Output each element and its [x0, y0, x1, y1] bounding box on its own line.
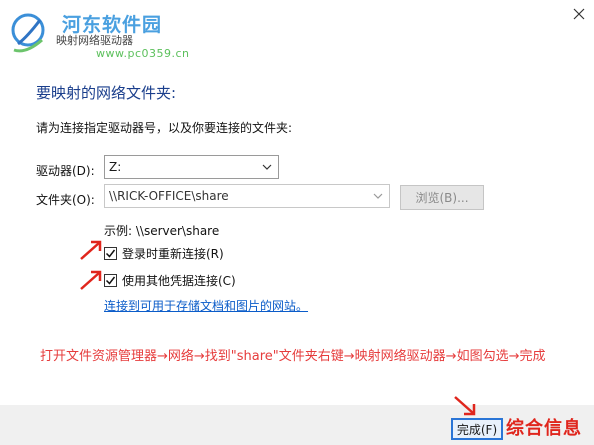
reconnect-checkbox-row[interactable]: 登录时重新连接(R) [104, 245, 224, 262]
drive-label: 驱动器(D): [36, 164, 95, 178]
title-bar: 河东软件园 映射网络驱动器 www.pc0359.cn [0, 0, 594, 64]
chevron-down-icon [373, 193, 383, 199]
dialog-footer [0, 405, 594, 445]
check-icon [105, 276, 116, 285]
red-arrow-icon [454, 396, 476, 416]
storage-website-link[interactable]: 连接到可用于存储文档和图片的网站。 [104, 297, 308, 314]
watermark-site-url: www.pc0359.cn [96, 47, 190, 60]
red-arrow-icon [80, 240, 102, 260]
close-icon [573, 8, 585, 20]
reconnect-checkbox[interactable] [104, 247, 117, 260]
drive-select-value: Z: [109, 160, 122, 174]
folder-combobox-value: \\RICK-OFFICE\share [109, 189, 229, 203]
close-button[interactable] [568, 3, 590, 25]
window-title: 映射网络驱动器 [56, 34, 133, 47]
credentials-label: 使用其他凭据连接(C) [122, 274, 236, 288]
browse-button[interactable]: 浏览(B)... [400, 185, 484, 210]
reconnect-label: 登录时重新连接(R) [122, 247, 224, 261]
drive-select[interactable]: Z: [104, 155, 279, 179]
credentials-checkbox[interactable] [104, 274, 117, 287]
credentials-checkbox-row[interactable]: 使用其他凭据连接(C) [104, 272, 236, 289]
corner-watermark: 综合信息 [506, 418, 582, 439]
folder-label: 文件夹(O): [36, 193, 95, 207]
finish-button[interactable]: 完成(F) [451, 418, 503, 440]
page-heading: 要映射的网络文件夹: [36, 84, 177, 102]
instruction-annotation: 打开文件资源管理器→网络→找到"share"文件夹右键→映射网络驱动器→如图勾选… [40, 349, 546, 364]
folder-combobox[interactable]: \\RICK-OFFICE\share [104, 184, 390, 208]
site-logo [11, 13, 45, 53]
example-text: 示例: \\server\share [104, 224, 220, 238]
red-arrow-icon [80, 270, 102, 290]
map-network-drive-dialog: 河东软件园 映射网络驱动器 www.pc0359.cn 要映射的网络文件夹: 请… [0, 0, 594, 445]
check-icon [105, 249, 116, 258]
instruction-text: 请为连接指定驱动器号，以及你要连接的文件夹: [36, 121, 293, 135]
chevron-down-icon [262, 164, 272, 170]
